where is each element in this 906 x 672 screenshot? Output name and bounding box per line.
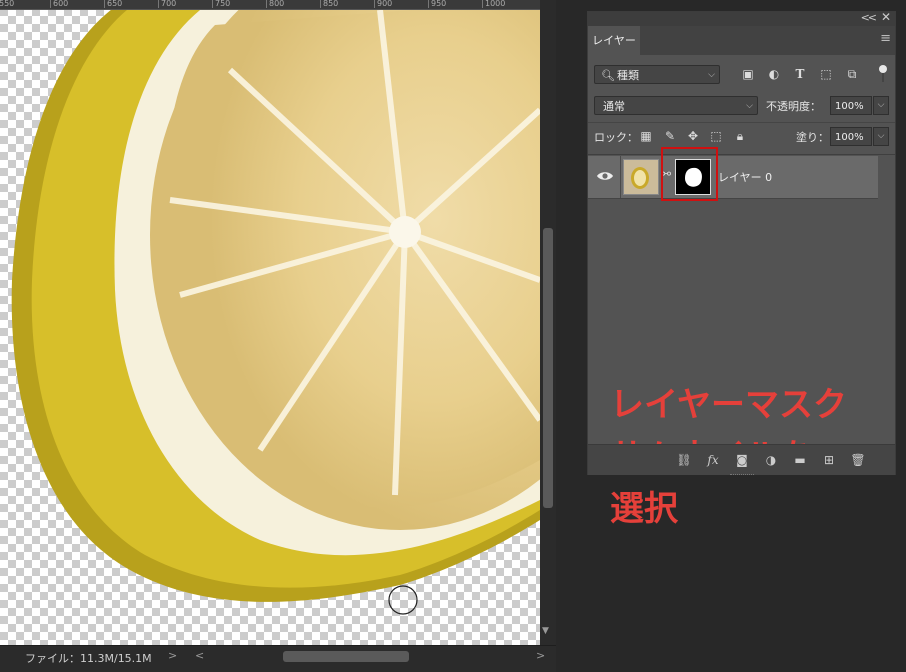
lock-image-pixels-icon[interactable]: ✎ xyxy=(662,128,678,144)
lock-all-icon[interactable]: 🔒︎ xyxy=(732,128,748,144)
layers-list: ⚯ レイヤー 0 レイヤーマスク サムネイルを 選択 xyxy=(588,147,895,529)
chevron-down-icon: ⌵ xyxy=(708,70,715,80)
ruler-label: 750 xyxy=(212,0,230,8)
divider xyxy=(588,122,895,123)
filter-toggle-switch[interactable] xyxy=(878,65,888,83)
shape-filter-icon[interactable]: ⬚ xyxy=(818,66,834,82)
new-layer-icon[interactable]: ⊞ xyxy=(820,452,838,468)
layer-thumbnail[interactable] xyxy=(623,159,659,195)
panel-menu-icon[interactable]: ≡ xyxy=(880,31,891,46)
fill-label: 塗り： xyxy=(796,131,829,144)
layer-row[interactable]: ⚯ レイヤー 0 xyxy=(588,147,878,201)
divider xyxy=(620,156,621,198)
tab-layers[interactable]: レイヤー xyxy=(588,26,640,55)
eye-icon[interactable] xyxy=(596,169,614,183)
image-filter-icon[interactable]: ▣ xyxy=(740,66,756,82)
smart-object-filter-icon[interactable]: ⧉ xyxy=(844,66,860,82)
adjustment-layer-icon[interactable]: ◑ xyxy=(762,452,780,468)
annotation-line: 選択 xyxy=(610,489,678,529)
scroll-down-arrow-icon[interactable]: ▼ xyxy=(542,626,549,636)
lemon-image xyxy=(11,0,540,615)
blend-mode-dropdown[interactable]: 通常 ⌵ xyxy=(594,96,758,115)
lock-label: ロック： xyxy=(594,131,638,144)
panel-bottom-toolbar: ⛓︎ fx ◙ ◑ ▬ ⊞ 🗑︎ xyxy=(588,444,895,475)
opacity-label: 不透明度： xyxy=(766,100,821,113)
vertical-scroll-thumb[interactable] xyxy=(543,228,553,508)
link-layers-icon[interactable]: ⛓︎ xyxy=(675,452,693,468)
file-size-info: ファイル：11.3M/15.1M xyxy=(25,652,152,665)
search-icon: 🔍︎ xyxy=(601,69,615,82)
chevron-down-icon: ⌵ xyxy=(746,101,753,111)
layers-panel: << ✕ レイヤー ≡ 🔍︎ 種類 ⌵ ▣ ◐ T ⬚ ⧉ 通常 ⌵ 不透明度：… xyxy=(587,10,896,529)
ruler-label: 550 xyxy=(0,0,14,8)
adjustment-filter-icon[interactable]: ◐ xyxy=(766,66,782,82)
fx-icon[interactable]: fx xyxy=(704,452,722,468)
filter-kind-dropdown[interactable]: 🔍︎ 種類 ⌵ xyxy=(594,65,720,84)
ruler-label: 800 xyxy=(266,0,284,8)
status-menu-arrow[interactable]: > xyxy=(168,649,177,662)
group-folder-icon[interactable]: ▬ xyxy=(791,452,809,468)
close-icon[interactable]: ✕ xyxy=(881,10,891,24)
vertical-scrollbar[interactable]: ▼ xyxy=(540,0,556,645)
type-filter-icon[interactable]: T xyxy=(792,66,808,82)
opacity-chevron-icon[interactable]: ⌵ xyxy=(873,96,889,115)
blend-mode-value: 通常 xyxy=(603,100,625,113)
trash-icon[interactable]: 🗑︎ xyxy=(849,452,867,468)
horizontal-ruler: 550 600 650 700 750 800 850 900 950 1000 xyxy=(0,0,540,10)
ruler-label: 650 xyxy=(104,0,122,8)
ruler-label: 950 xyxy=(428,0,446,8)
ruler-label: 700 xyxy=(158,0,176,8)
scroll-left-arrow-icon[interactable]: < xyxy=(195,649,204,662)
add-mask-icon[interactable]: ◙ xyxy=(733,452,751,468)
horizontal-scroll-thumb[interactable] xyxy=(283,651,409,662)
opacity-input[interactable]: 100% xyxy=(830,96,872,115)
ruler-label: 850 xyxy=(320,0,338,8)
layer-name[interactable]: レイヤー 0 xyxy=(718,169,772,185)
scroll-right-arrow-icon[interactable]: > xyxy=(536,649,545,662)
document-canvas[interactable]: 550 600 650 700 750 800 850 900 950 1000 xyxy=(0,0,540,645)
panel-resize-grip[interactable] xyxy=(730,474,754,477)
panel-header: << ✕ xyxy=(588,10,895,26)
ruler-label: 900 xyxy=(374,0,392,8)
mask-highlight-box xyxy=(661,147,718,201)
fill-chevron-icon[interactable]: ⌵ xyxy=(873,127,889,146)
ruler-label: 600 xyxy=(50,0,68,8)
ruler-label: 1000 xyxy=(482,0,505,8)
filter-kind-label: 種類 xyxy=(617,69,639,82)
status-bar: ファイル：11.3M/15.1M > < > xyxy=(0,645,556,672)
lock-artboard-icon[interactable]: ⬚ xyxy=(708,128,724,144)
collapse-icon[interactable]: << xyxy=(861,11,878,24)
lock-position-icon[interactable]: ✥ xyxy=(685,128,701,144)
annotation-line: レイヤーマスク xyxy=(610,385,847,425)
panel-tab-row: レイヤー ≡ xyxy=(588,26,895,55)
lock-transparent-pixels-icon[interactable]: ▦ xyxy=(638,128,654,144)
fill-input[interactable]: 100% xyxy=(830,127,872,146)
